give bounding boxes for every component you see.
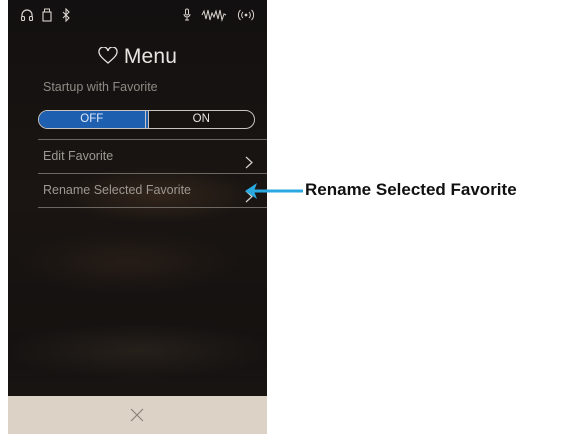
toggle-off-option[interactable]: OFF — [39, 111, 149, 128]
phone-screen: Menu Startup with Favorite OFF ON Edit F… — [8, 0, 267, 434]
wireless-icon — [236, 8, 256, 26]
divider — [38, 173, 267, 174]
menu-item-label: Rename Selected Favorite — [43, 183, 191, 197]
close-icon[interactable] — [130, 408, 144, 427]
menu-item-edit-favorite[interactable]: Edit Favorite — [43, 141, 265, 171]
startup-favorite-label: Startup with Favorite — [43, 80, 158, 94]
wave-icon — [201, 8, 227, 26]
menu-item-label: Edit Favorite — [43, 149, 114, 163]
divider — [38, 139, 267, 140]
menu-footer — [8, 396, 267, 434]
menu-item-rename-selected-favorite[interactable]: Rename Selected Favorite — [43, 175, 265, 205]
startup-favorite-toggle[interactable]: OFF ON — [38, 110, 255, 129]
usb-icon — [41, 8, 53, 26]
callout-arrow-icon — [243, 181, 305, 206]
menu-header: Menu — [8, 45, 267, 71]
divider — [38, 207, 267, 208]
headphones-icon — [20, 8, 34, 26]
toggle-on-option[interactable]: ON — [149, 111, 255, 128]
menu-title: Menu — [123, 45, 178, 68]
callout-label: Rename Selected Favorite — [305, 180, 517, 199]
microphone-icon — [182, 8, 192, 26]
heart-icon — [98, 46, 118, 71]
bluetooth-icon — [61, 8, 71, 26]
status-bar — [8, 8, 267, 28]
